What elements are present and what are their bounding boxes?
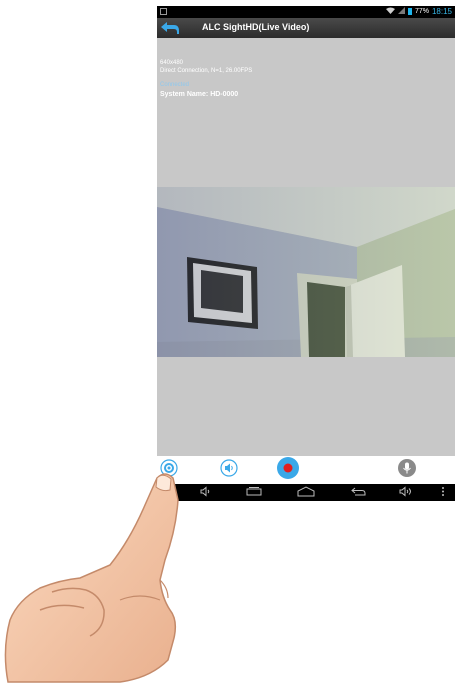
- system-name: System Name: HD-0000: [160, 91, 239, 98]
- back-arrow-icon[interactable]: [160, 21, 180, 35]
- stream-info: 640x480 Direct Connection, N=1, 26.00FPS…: [160, 59, 252, 99]
- record-button[interactable]: [277, 457, 299, 479]
- speaker-icon[interactable]: [220, 459, 238, 477]
- live-video[interactable]: [157, 187, 455, 357]
- connection-text: Direct Connection, N=1, 26.00FPS: [160, 68, 253, 74]
- action-bar: ALC SightHD(Live Video): [157, 18, 455, 38]
- battery-percent: 77%: [414, 8, 429, 15]
- control-bar: [157, 456, 455, 484]
- status-bar: 77% 18:15: [157, 6, 455, 18]
- connection-status: Connected: [160, 82, 190, 88]
- volume-up-icon[interactable]: [398, 486, 414, 499]
- volume-down-icon[interactable]: [198, 486, 214, 499]
- notification-icon: [160, 8, 167, 15]
- page-title: ALC SightHD(Live Video): [202, 22, 310, 32]
- back-icon[interactable]: [350, 486, 366, 499]
- menu-icon[interactable]: [439, 486, 447, 499]
- recent-apps-icon[interactable]: [246, 486, 262, 499]
- clock: 18:15: [431, 7, 452, 16]
- home-icon[interactable]: [297, 486, 315, 499]
- pointing-hand-illustration: [4, 473, 179, 683]
- status-icons: 77% 18:15: [385, 7, 452, 16]
- resolution-text: 640x480: [160, 60, 184, 66]
- record-icon: [283, 463, 293, 473]
- wifi-icon: [385, 7, 395, 16]
- microphone-icon[interactable]: [398, 459, 416, 477]
- phone-screen: 77% 18:15 ALC SightHD(Live Video) 640x48…: [157, 6, 455, 501]
- signal-icon: [397, 7, 405, 16]
- battery-icon: [407, 8, 412, 15]
- system-nav-bar: [157, 484, 455, 501]
